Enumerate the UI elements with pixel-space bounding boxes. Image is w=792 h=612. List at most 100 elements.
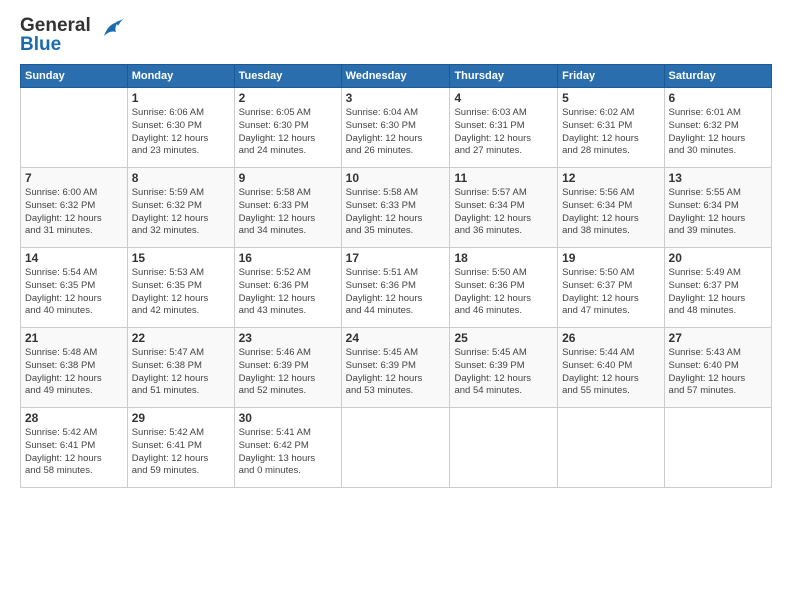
day-info: Sunrise: 6:02 AM Sunset: 6:31 PM Dayligh… xyxy=(562,107,659,158)
calendar-table: SundayMondayTuesdayWednesdayThursdayFrid… xyxy=(20,64,772,488)
calendar-cell: 2Sunrise: 6:05 AM Sunset: 6:30 PM Daylig… xyxy=(234,88,341,168)
calendar-cell: 7 Sunrise: 6:00 AM Sunset: 6:32 PM Daylig… xyxy=(21,168,128,248)
day-info: Sunrise: 6:05 AM Sunset: 6:30 PM Dayligh… xyxy=(239,107,337,158)
logo-blue: Blue xyxy=(20,35,91,54)
day-number: 27 xyxy=(669,331,767,345)
day-number: 21 xyxy=(25,331,123,345)
day-number: 6 xyxy=(669,91,767,105)
day-info: Sunrise: 5:51 AM Sunset: 6:36 PM Dayligh… xyxy=(346,267,446,318)
week-row-3: 14 Sunrise: 5:54 AM Sunset: 6:35 PM Dayli… xyxy=(21,248,772,328)
calendar-cell: 3 Sunrise: 6:04 AM Sunset: 6:30 PM Daylig… xyxy=(341,88,450,168)
calendar-cell: 16 Sunrise: 5:52 AM Sunset: 6:36 PM Dayli… xyxy=(234,248,341,328)
day-number: 17 xyxy=(346,251,446,265)
calendar-cell xyxy=(558,408,664,488)
day-number: 7 xyxy=(25,171,123,185)
calendar-cell xyxy=(341,408,450,488)
calendar-cell: 4 Sunrise: 6:03 AM Sunset: 6:31 PM Daylig… xyxy=(450,88,558,168)
header: General Blue xyxy=(20,16,772,54)
weekday-header-friday: Friday xyxy=(558,65,664,88)
calendar-cell: 28Sunrise: 5:42 AM Sunset: 6:41 PM Dayli… xyxy=(21,408,128,488)
day-info: Sunrise: 5:58 AM Sunset: 6:33 PM Dayligh… xyxy=(346,187,446,238)
day-number: 13 xyxy=(669,171,767,185)
calendar-cell: 24 Sunrise: 5:45 AM Sunset: 6:39 PM Dayli… xyxy=(341,328,450,408)
day-info: Sunrise: 6:03 AM Sunset: 6:31 PM Dayligh… xyxy=(454,107,553,158)
weekday-header-wednesday: Wednesday xyxy=(341,65,450,88)
day-info: Sunrise: 5:52 AM Sunset: 6:36 PM Dayligh… xyxy=(239,267,337,318)
day-info: Sunrise: 5:44 AM Sunset: 6:40 PM Dayligh… xyxy=(562,347,659,398)
day-info: Sunrise: 6:00 AM Sunset: 6:32 PM Dayligh… xyxy=(25,187,123,238)
day-number: 4 xyxy=(454,91,553,105)
day-info: Sunrise: 5:53 AM Sunset: 6:35 PM Dayligh… xyxy=(132,267,230,318)
day-number: 25 xyxy=(454,331,553,345)
day-info: Sunrise: 5:48 AM Sunset: 6:38 PM Dayligh… xyxy=(25,347,123,398)
day-number: 22 xyxy=(132,331,230,345)
day-info: Sunrise: 5:43 AM Sunset: 6:40 PM Dayligh… xyxy=(669,347,767,398)
day-number: 26 xyxy=(562,331,659,345)
calendar-cell: 14 Sunrise: 5:54 AM Sunset: 6:35 PM Dayli… xyxy=(21,248,128,328)
day-info: Sunrise: 5:55 AM Sunset: 6:34 PM Dayligh… xyxy=(669,187,767,238)
calendar-cell: 8Sunrise: 5:59 AM Sunset: 6:32 PM Daylig… xyxy=(127,168,234,248)
week-row-2: 7 Sunrise: 6:00 AM Sunset: 6:32 PM Daylig… xyxy=(21,168,772,248)
calendar-cell: 21 Sunrise: 5:48 AM Sunset: 6:38 PM Dayli… xyxy=(21,328,128,408)
day-number: 24 xyxy=(346,331,446,345)
calendar-cell: 11 Sunrise: 5:57 AM Sunset: 6:34 PM Dayli… xyxy=(450,168,558,248)
day-number: 28 xyxy=(25,411,123,425)
day-info: Sunrise: 5:47 AM Sunset: 6:38 PM Dayligh… xyxy=(132,347,230,398)
day-info: Sunrise: 5:56 AM Sunset: 6:34 PM Dayligh… xyxy=(562,187,659,238)
day-info: Sunrise: 5:49 AM Sunset: 6:37 PM Dayligh… xyxy=(669,267,767,318)
day-info: Sunrise: 5:41 AM Sunset: 6:42 PM Dayligh… xyxy=(239,427,337,478)
weekday-header-monday: Monday xyxy=(127,65,234,88)
calendar-cell: 17 Sunrise: 5:51 AM Sunset: 6:36 PM Dayli… xyxy=(341,248,450,328)
calendar-cell xyxy=(450,408,558,488)
calendar-cell: 9Sunrise: 5:58 AM Sunset: 6:33 PM Daylig… xyxy=(234,168,341,248)
day-number: 19 xyxy=(562,251,659,265)
day-number: 14 xyxy=(25,251,123,265)
day-info: Sunrise: 5:46 AM Sunset: 6:39 PM Dayligh… xyxy=(239,347,337,398)
day-number: 16 xyxy=(239,251,337,265)
weekday-header-sunday: Sunday xyxy=(21,65,128,88)
calendar-cell: 6 Sunrise: 6:01 AM Sunset: 6:32 PM Daylig… xyxy=(664,88,771,168)
day-number: 30 xyxy=(239,411,337,425)
calendar-cell: 15Sunrise: 5:53 AM Sunset: 6:35 PM Dayli… xyxy=(127,248,234,328)
day-number: 18 xyxy=(454,251,553,265)
calendar-cell: 13 Sunrise: 5:55 AM Sunset: 6:34 PM Dayli… xyxy=(664,168,771,248)
calendar-cell: 30 Sunrise: 5:41 AM Sunset: 6:42 PM Dayli… xyxy=(234,408,341,488)
day-number: 20 xyxy=(669,251,767,265)
week-row-1: 1 Sunrise: 6:06 AM Sunset: 6:30 PM Daylig… xyxy=(21,88,772,168)
day-info: Sunrise: 5:54 AM Sunset: 6:35 PM Dayligh… xyxy=(25,267,123,318)
day-number: 3 xyxy=(346,91,446,105)
logo-bird-icon xyxy=(96,14,126,44)
day-number: 1 xyxy=(132,91,230,105)
day-number: 5 xyxy=(562,91,659,105)
calendar-cell: 23 Sunrise: 5:46 AM Sunset: 6:39 PM Dayli… xyxy=(234,328,341,408)
calendar-cell: 12Sunrise: 5:56 AM Sunset: 6:34 PM Dayli… xyxy=(558,168,664,248)
calendar-cell: 22 Sunrise: 5:47 AM Sunset: 6:38 PM Dayli… xyxy=(127,328,234,408)
logo: General Blue xyxy=(20,16,126,54)
day-info: Sunrise: 5:58 AM Sunset: 6:33 PM Dayligh… xyxy=(239,187,337,238)
calendar-page: General Blue SundayMondayTuesdayWednesda… xyxy=(0,0,792,612)
calendar-cell: 18 Sunrise: 5:50 AM Sunset: 6:36 PM Dayli… xyxy=(450,248,558,328)
day-info: Sunrise: 5:45 AM Sunset: 6:39 PM Dayligh… xyxy=(454,347,553,398)
calendar-cell: 25 Sunrise: 5:45 AM Sunset: 6:39 PM Dayli… xyxy=(450,328,558,408)
calendar-cell xyxy=(664,408,771,488)
day-info: Sunrise: 6:01 AM Sunset: 6:32 PM Dayligh… xyxy=(669,107,767,158)
day-info: Sunrise: 5:45 AM Sunset: 6:39 PM Dayligh… xyxy=(346,347,446,398)
calendar-cell: 26 Sunrise: 5:44 AM Sunset: 6:40 PM Dayli… xyxy=(558,328,664,408)
day-info: Sunrise: 6:04 AM Sunset: 6:30 PM Dayligh… xyxy=(346,107,446,158)
day-info: Sunrise: 6:06 AM Sunset: 6:30 PM Dayligh… xyxy=(132,107,230,158)
calendar-cell: 29Sunrise: 5:42 AM Sunset: 6:41 PM Dayli… xyxy=(127,408,234,488)
day-number: 11 xyxy=(454,171,553,185)
day-info: Sunrise: 5:42 AM Sunset: 6:41 PM Dayligh… xyxy=(132,427,230,478)
calendar-cell: 1 Sunrise: 6:06 AM Sunset: 6:30 PM Daylig… xyxy=(127,88,234,168)
calendar-cell: 27 Sunrise: 5:43 AM Sunset: 6:40 PM Dayli… xyxy=(664,328,771,408)
calendar-cell: 19Sunrise: 5:50 AM Sunset: 6:37 PM Dayli… xyxy=(558,248,664,328)
week-row-4: 21 Sunrise: 5:48 AM Sunset: 6:38 PM Dayli… xyxy=(21,328,772,408)
day-number: 23 xyxy=(239,331,337,345)
calendar-cell: 5 Sunrise: 6:02 AM Sunset: 6:31 PM Daylig… xyxy=(558,88,664,168)
day-info: Sunrise: 5:50 AM Sunset: 6:36 PM Dayligh… xyxy=(454,267,553,318)
calendar-cell: 20 Sunrise: 5:49 AM Sunset: 6:37 PM Dayli… xyxy=(664,248,771,328)
weekday-header-saturday: Saturday xyxy=(664,65,771,88)
calendar-cell: 10Sunrise: 5:58 AM Sunset: 6:33 PM Dayli… xyxy=(341,168,450,248)
day-info: Sunrise: 5:57 AM Sunset: 6:34 PM Dayligh… xyxy=(454,187,553,238)
day-number: 8 xyxy=(132,171,230,185)
